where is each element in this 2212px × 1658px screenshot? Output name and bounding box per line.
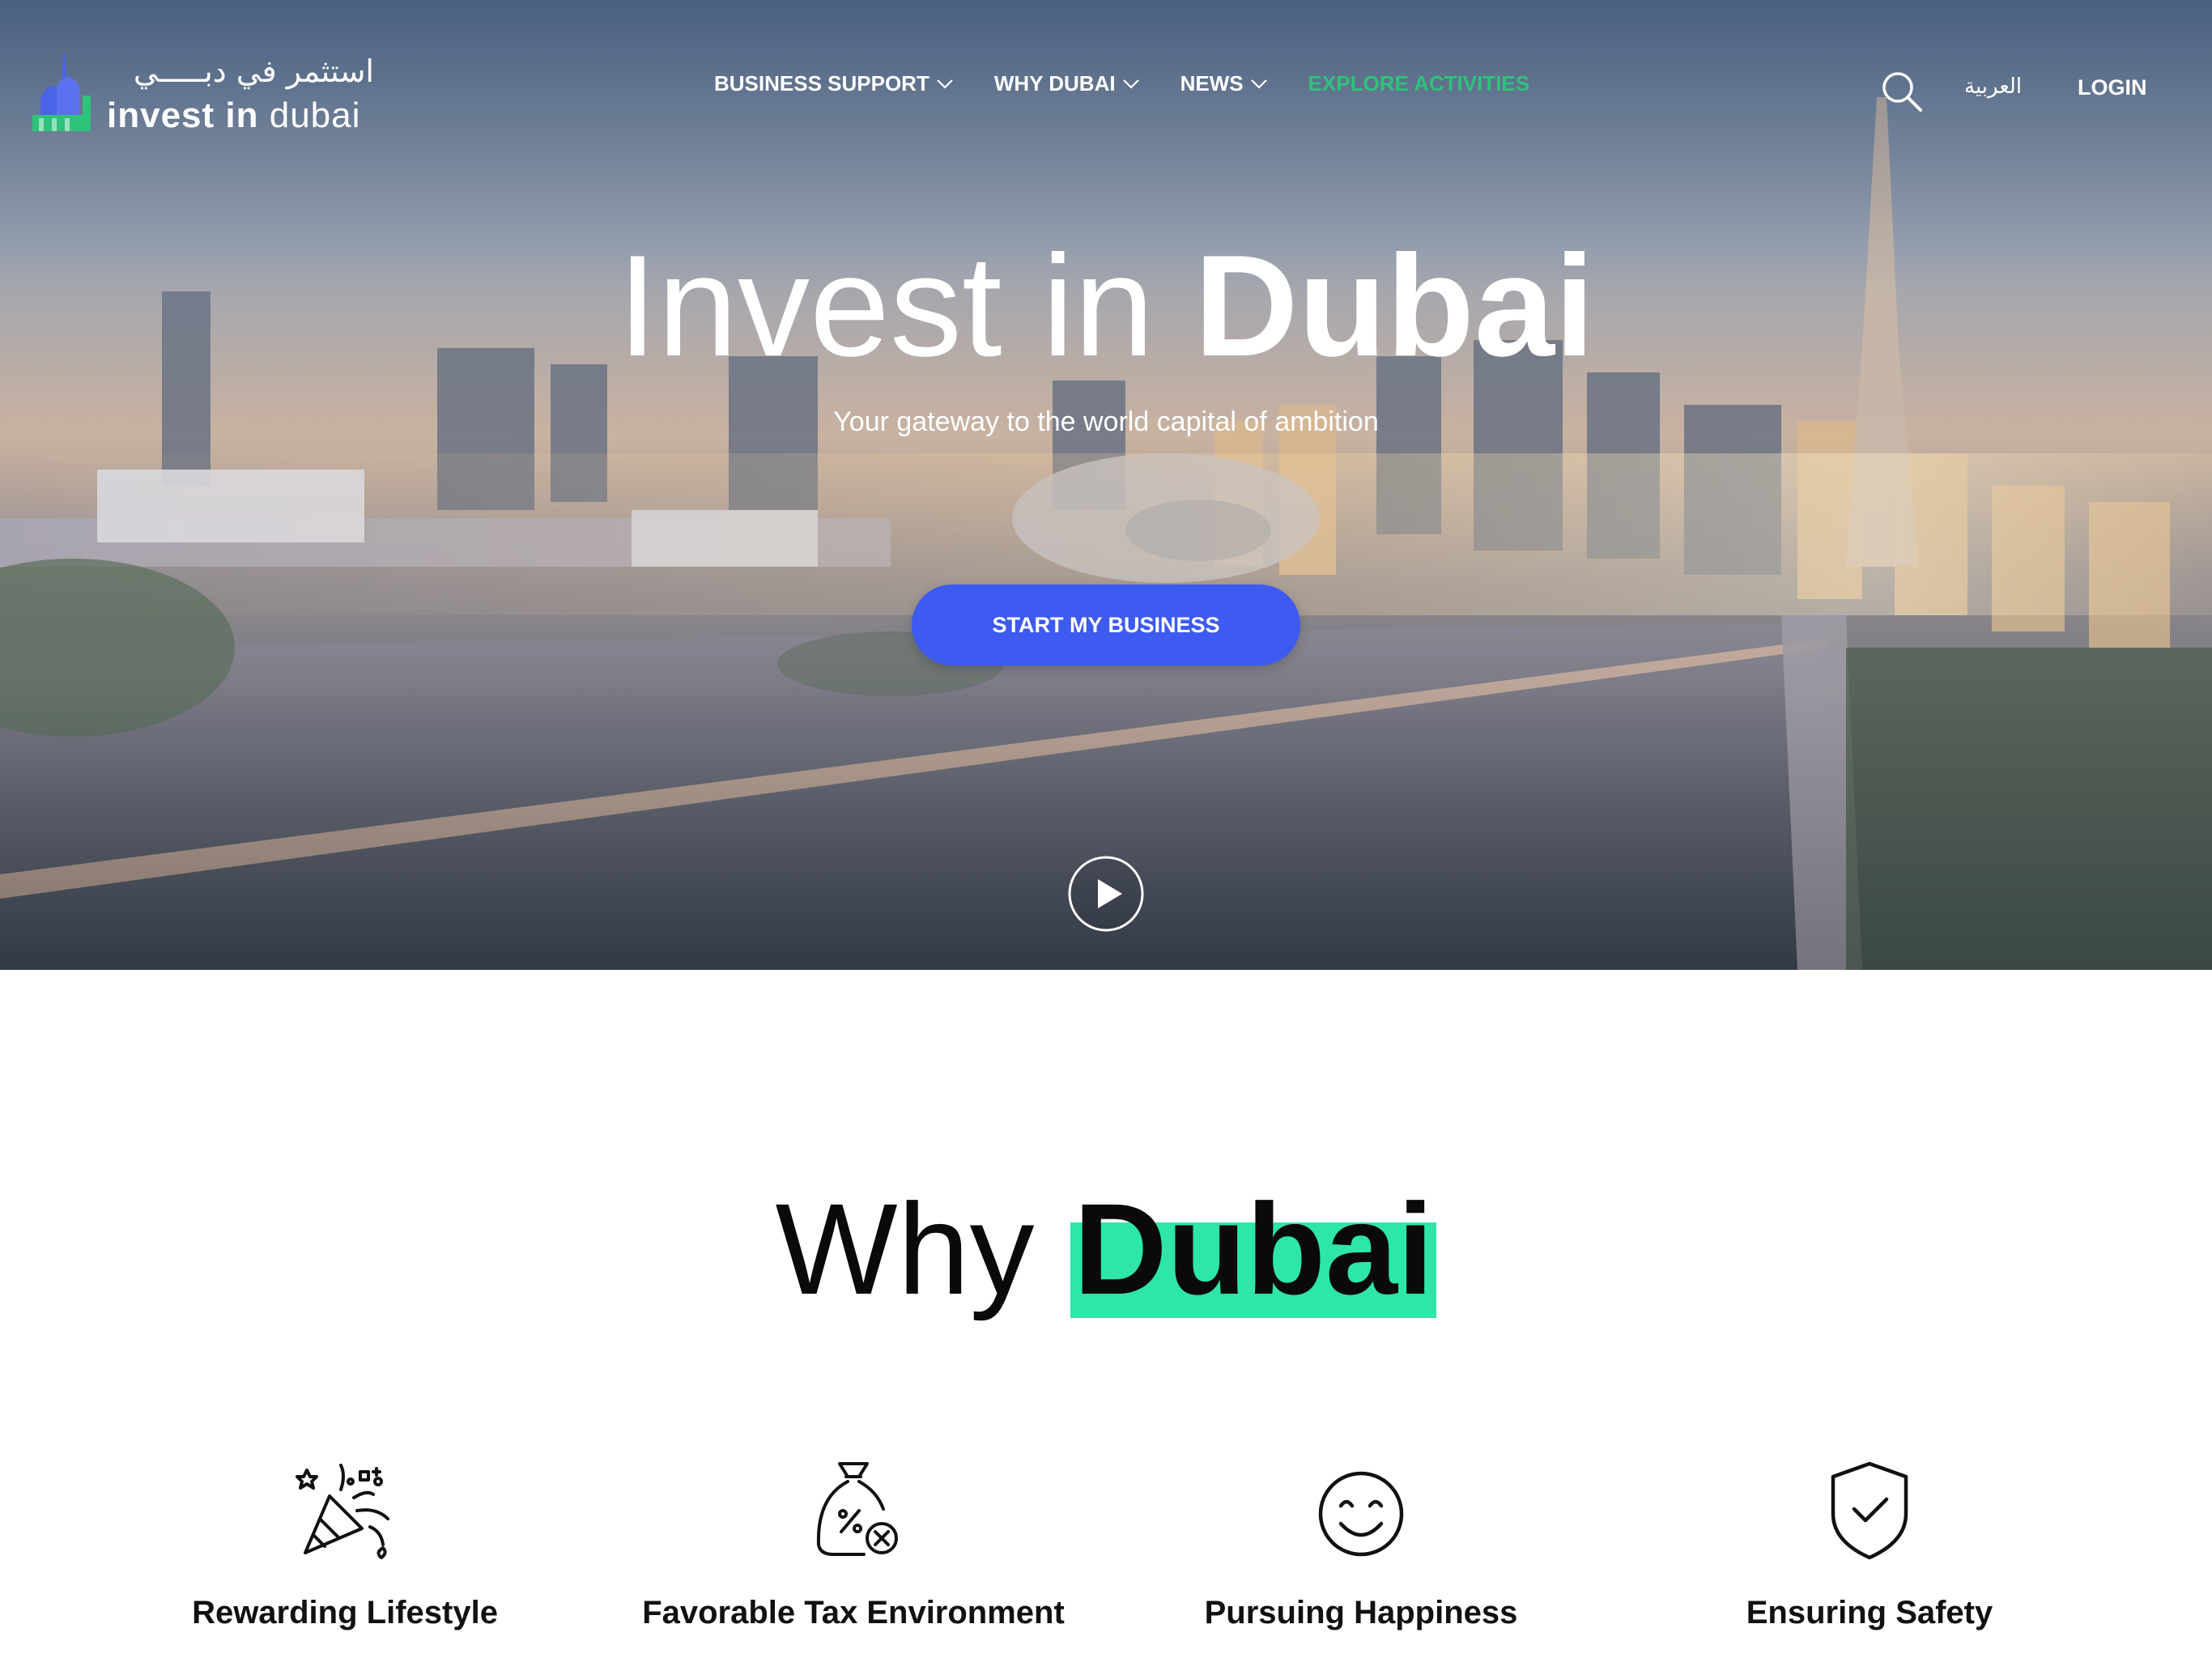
why-dubai-section: Why Dubai Rewarding Lifestyle Favorable …	[0, 0, 2212, 1658]
shield-check-icon	[1831, 1461, 1908, 1560]
feature-label: Pursuing Happiness	[1204, 1595, 1518, 1630]
feature-ensuring-safety[interactable]: Ensuring Safety	[1627, 1457, 2112, 1631]
why-dubai-title: Why Dubai	[0, 1172, 2212, 1326]
feature-label: Rewarding Lifestyle	[192, 1595, 498, 1630]
feature-label: Favorable Tax Environment	[642, 1595, 1065, 1630]
smile-icon	[1318, 1471, 1404, 1557]
feature-favorable-tax[interactable]: Favorable Tax Environment	[610, 1457, 1096, 1631]
why-title-plain: Why	[775, 1176, 1035, 1321]
feature-pursuing-happiness[interactable]: Pursuing Happiness	[1118, 1457, 1604, 1631]
celebration-icon	[296, 1464, 389, 1559]
tax-bag-icon	[816, 1462, 898, 1556]
feature-rewarding-lifestyle[interactable]: Rewarding Lifestyle	[102, 1457, 588, 1631]
feature-label: Ensuring Safety	[1746, 1595, 1993, 1630]
why-title-highlight: Dubai	[1070, 1172, 1437, 1326]
